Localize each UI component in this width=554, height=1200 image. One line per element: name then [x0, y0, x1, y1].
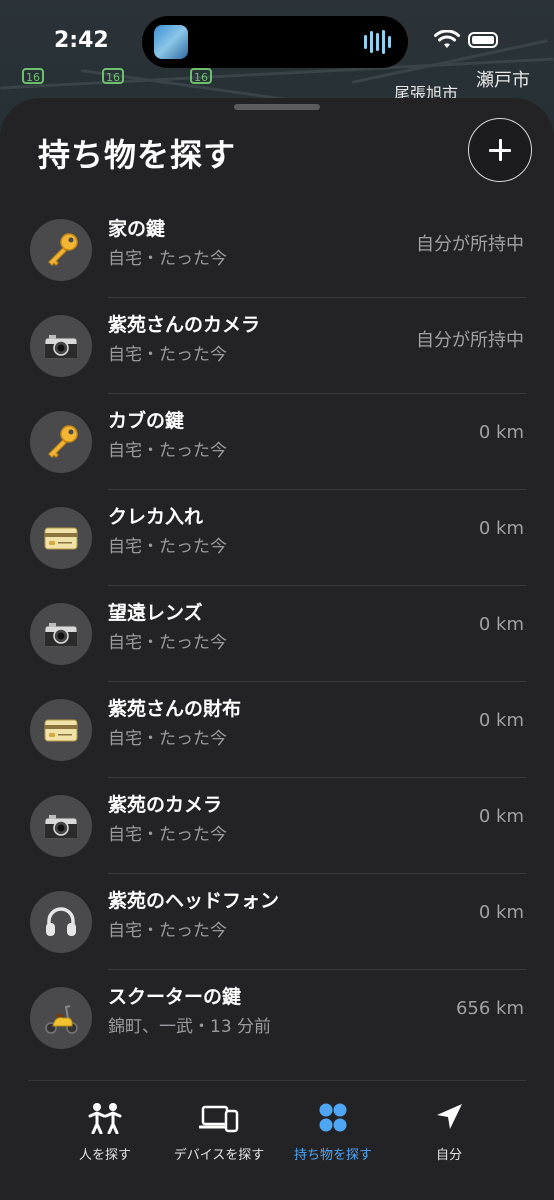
- page-title: 持ち物を探す: [38, 136, 237, 174]
- item-location: 自宅・たった今: [108, 249, 227, 269]
- tab-items[interactable]: 持ち物を探す: [268, 1102, 398, 1163]
- location-arrow-icon: [437, 1104, 462, 1129]
- key-icon: [48, 233, 78, 266]
- items-sheet: 持ち物を探す 家の鍵 自宅・たった今 自分が所持中 紫苑さんのカメラ 自宅・たっ…: [0, 98, 554, 1200]
- list-item[interactable]: 紫苑のカメラ 自宅・たった今 0 km: [0, 778, 554, 874]
- item-icon-wrap: [30, 987, 92, 1049]
- list-item[interactable]: 紫苑のヘッドフォン 自宅・たった今 0 km: [0, 874, 554, 970]
- item-distance: 0 km: [478, 422, 524, 443]
- item-icon-wrap: [30, 699, 92, 761]
- item-location: 自宅・たった今: [108, 921, 227, 941]
- item-distance: 0 km: [478, 710, 524, 731]
- list-item[interactable]: 家の鍵 自宅・たった今 自分が所持中: [0, 202, 554, 298]
- tab-label: 自分: [435, 1148, 462, 1163]
- item-icon-wrap: [30, 315, 92, 377]
- item-distance: 自分が所持中: [416, 234, 524, 255]
- item-name: 望遠レンズ: [108, 602, 203, 624]
- item-name: 紫苑さんの財布: [108, 698, 242, 720]
- item-name: スクーターの鍵: [108, 986, 242, 1008]
- status-bar: 2:42: [0, 0, 554, 80]
- items-icon: [319, 1103, 347, 1132]
- wifi-icon: [434, 30, 460, 48]
- item-distance: 0 km: [478, 806, 524, 827]
- scooter-icon: [45, 1005, 78, 1034]
- list-item[interactable]: クレカ入れ 自宅・たった今 0 km: [0, 490, 554, 586]
- camera-icon: [44, 815, 78, 839]
- status-time: 2:42: [54, 28, 109, 53]
- tab-bar-divider: [28, 1080, 526, 1081]
- key-icon: [48, 425, 78, 458]
- item-name: 紫苑のカメラ: [108, 794, 223, 816]
- people-icon: [88, 1103, 122, 1135]
- camera-icon: [44, 623, 78, 647]
- item-name: 紫苑さんのカメラ: [108, 314, 261, 336]
- audio-waveform-icon: [364, 30, 394, 54]
- item-location: 自宅・たった今: [108, 345, 227, 365]
- item-icon-wrap: [30, 411, 92, 473]
- credit-card-icon: [44, 527, 78, 550]
- list-item[interactable]: スクーターの鍵 錦町、一武・13 分前 656 km: [0, 970, 554, 1066]
- tab-bar: 人を探す デバイスを探す 持ち物を探す 自分: [0, 1080, 554, 1200]
- now-playing-artwork: [154, 25, 188, 59]
- item-distance: 0 km: [478, 614, 524, 635]
- item-location: 自宅・たった今: [108, 825, 227, 845]
- list-item[interactable]: カブの鍵 自宅・たった今 0 km: [0, 394, 554, 490]
- devices-icon: [198, 1105, 239, 1133]
- item-icon-wrap: [30, 507, 92, 569]
- tab-label: デバイスを探す: [173, 1148, 265, 1163]
- list-item[interactable]: 望遠レンズ 自宅・たった今 0 km: [0, 586, 554, 682]
- item-distance: 656 km: [455, 998, 524, 1019]
- item-location: 自宅・たった今: [108, 729, 227, 749]
- item-distance: 0 km: [478, 902, 524, 923]
- item-location: 自宅・たった今: [108, 441, 227, 461]
- item-distance: 0 km: [478, 518, 524, 539]
- item-distance: 自分が所持中: [416, 330, 524, 351]
- dynamic-island[interactable]: [142, 16, 408, 68]
- item-name: カブの鍵: [108, 410, 185, 432]
- tab-label: 持ち物を探す: [293, 1148, 372, 1163]
- add-item-button[interactable]: [468, 118, 532, 182]
- items-list: 家の鍵 自宅・たった今 自分が所持中 紫苑さんのカメラ 自宅・たった今 自分が所…: [0, 202, 554, 1066]
- item-location: 自宅・たった今: [108, 537, 227, 557]
- camera-icon: [44, 335, 78, 359]
- sheet-grabber[interactable]: [234, 104, 320, 110]
- item-icon-wrap: [30, 795, 92, 857]
- item-icon-wrap: [30, 219, 92, 281]
- item-location: 自宅・たった今: [108, 633, 227, 653]
- tab-label: 人を探す: [78, 1148, 131, 1163]
- tab-people[interactable]: 人を探す: [40, 1102, 170, 1163]
- list-item[interactable]: 紫苑さんの財布 自宅・たった今 0 km: [0, 682, 554, 778]
- list-item[interactable]: 紫苑さんのカメラ 自宅・たった今 自分が所持中: [0, 298, 554, 394]
- tab-devices[interactable]: デバイスを探す: [154, 1102, 284, 1163]
- item-name: 紫苑のヘッドフォン: [108, 890, 280, 912]
- tab-me[interactable]: 自分: [384, 1102, 514, 1163]
- credit-card-icon: [44, 719, 78, 742]
- item-name: クレカ入れ: [108, 506, 204, 528]
- battery-icon: [468, 32, 498, 48]
- item-location: 錦町、一武・13 分前: [108, 1017, 272, 1037]
- item-icon-wrap: [30, 603, 92, 665]
- item-icon-wrap: [30, 891, 92, 953]
- item-name: 家の鍵: [108, 218, 166, 240]
- headphones-icon: [46, 907, 76, 936]
